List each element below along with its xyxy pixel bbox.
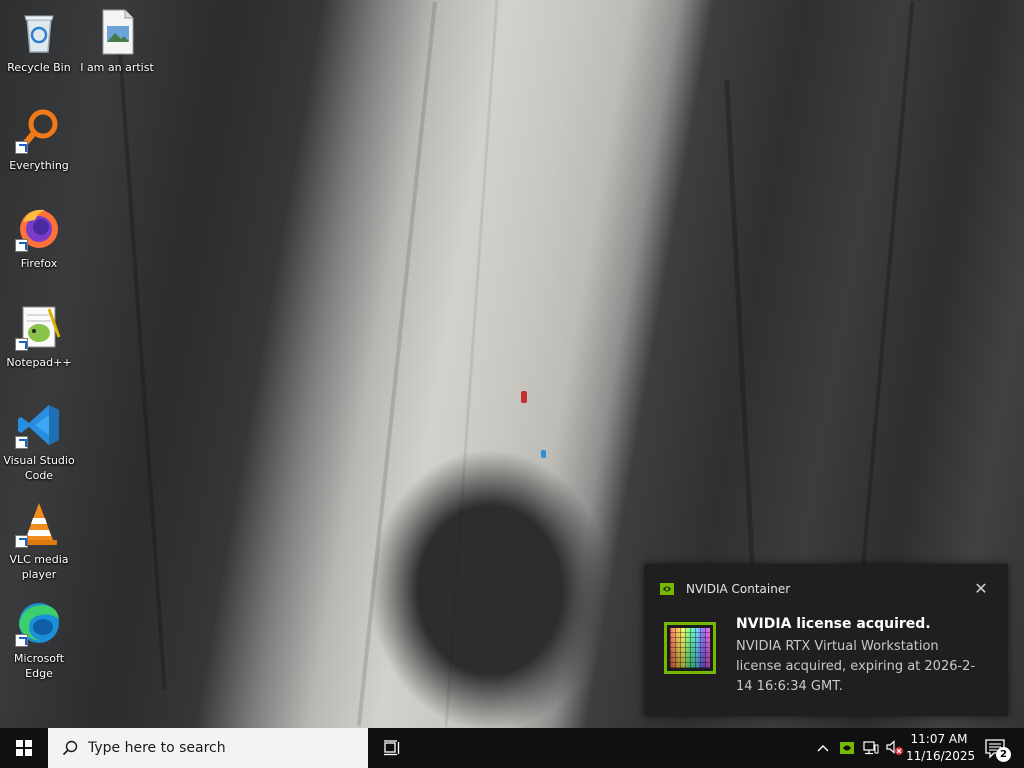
clock-time: 11:07 AM <box>910 732 968 746</box>
vscode-icon <box>15 401 63 449</box>
tray-network-button[interactable] <box>860 728 882 768</box>
desktop-icon-label: I am an artist <box>80 61 154 74</box>
taskbar: Type here to search 11:07 AM 11/16/2025 … <box>0 728 1024 768</box>
desktop-icon-i-am-an-artist[interactable]: I am an artist <box>78 8 156 75</box>
windows-logo-icon <box>16 740 32 756</box>
task-view-icon <box>384 740 400 756</box>
task-view-button[interactable] <box>370 728 414 768</box>
everything-search-icon <box>15 106 63 154</box>
shortcut-arrow-icon <box>15 338 28 351</box>
desktop-icon-label: Notepad++ <box>6 356 72 369</box>
recycle-bin-icon <box>15 8 63 56</box>
chevron-up-icon <box>817 745 829 752</box>
desktop-icon-vlc[interactable]: VLC media player <box>0 500 78 582</box>
notification-count-badge: 2 <box>996 747 1011 762</box>
action-center-button[interactable]: 2 <box>978 728 1018 768</box>
close-icon: ✕ <box>974 579 988 598</box>
desktop-icon-edge[interactable]: Microsoft Edge <box>0 599 78 681</box>
image-file-icon <box>93 8 141 56</box>
shortcut-arrow-icon <box>15 634 28 647</box>
shortcut-arrow-icon <box>15 436 28 449</box>
search-icon <box>62 740 78 756</box>
nvidia-notification-toast[interactable]: NVIDIA Container ✕ NVIDIA license acquir… <box>644 564 1008 716</box>
desktop-icon-recycle-bin[interactable]: Recycle Bin <box>0 8 78 75</box>
gpu-chip-icon <box>664 622 716 674</box>
climber-figure <box>521 391 527 403</box>
edge-icon <box>15 599 63 647</box>
desktop-icon-label: Microsoft Edge <box>13 652 65 680</box>
toast-body: NVIDIA RTX Virtual Workstation license a… <box>736 639 976 694</box>
search-placeholder: Type here to search <box>88 740 226 756</box>
notepad-plus-plus-icon <box>15 303 63 351</box>
toast-header: NVIDIA Container <box>660 582 790 596</box>
toast-close-button[interactable]: ✕ <box>974 579 988 598</box>
desktop-icon-firefox[interactable]: Firefox <box>0 204 78 271</box>
desktop-icon-notepad-plus-plus[interactable]: Notepad++ <box>0 303 78 370</box>
desktop-icon-label: Visual Studio Code <box>3 454 75 482</box>
toast-title: NVIDIA license acquired. <box>736 616 931 632</box>
desktop-icon-label: Everything <box>9 159 69 172</box>
desktop-icon-label: Firefox <box>20 257 58 270</box>
nvidia-icon <box>660 583 674 595</box>
shortcut-arrow-icon <box>15 239 28 252</box>
tray-volume-button[interactable] <box>884 728 906 768</box>
start-button[interactable] <box>0 728 48 768</box>
show-hidden-icons-button[interactable] <box>812 728 834 768</box>
clock-date: 11/16/2025 <box>906 749 976 763</box>
desktop-icon-label: VLC media player <box>9 553 69 581</box>
taskbar-search-box[interactable]: Type here to search <box>48 728 368 768</box>
desktop-icon-everything[interactable]: Everything <box>0 106 78 173</box>
climber-figure <box>541 450 546 458</box>
taskbar-clock[interactable]: 11:07 AM 11/16/2025 <box>906 731 976 765</box>
desktop-icon-vscode[interactable]: Visual Studio Code <box>0 401 78 483</box>
network-icon <box>863 741 879 755</box>
nvidia-tray-icon <box>840 742 854 754</box>
desktop-icon-label: Recycle Bin <box>7 61 71 74</box>
volume-muted-icon <box>886 740 903 755</box>
shortcut-arrow-icon <box>15 535 28 548</box>
shortcut-arrow-icon <box>15 141 28 154</box>
firefox-icon <box>15 204 63 252</box>
tray-nvidia-button[interactable] <box>836 728 858 768</box>
vlc-icon <box>15 500 63 548</box>
toast-app-name: NVIDIA Container <box>686 582 791 596</box>
